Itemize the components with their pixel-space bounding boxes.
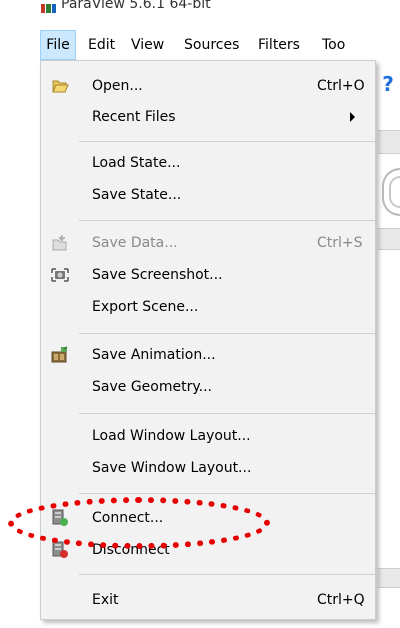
menu-file[interactable]: File — [40, 30, 76, 60]
paraview-logo-icon — [41, 4, 56, 13]
menu-save-screenshot[interactable]: Save Screenshot... — [41, 259, 375, 291]
menu-view[interactable]: View — [131, 30, 164, 60]
menu-filters[interactable]: Filters — [258, 30, 300, 60]
menu-save-window-layout[interactable]: Save Window Layout... — [41, 452, 375, 484]
film-icon — [51, 346, 68, 363]
menu-load-window-layout[interactable]: Load Window Layout... — [41, 420, 375, 452]
folder-open-icon — [52, 80, 69, 93]
menu-separator — [79, 493, 375, 494]
server-disconnect-icon — [52, 541, 68, 558]
menu-load-state[interactable]: Load State... — [41, 147, 375, 179]
submenu-arrow-icon — [350, 112, 355, 122]
bottom-panel-strip — [378, 568, 400, 588]
menu-bar: File Edit View Sources Filters Too — [40, 30, 400, 60]
menu-separator — [79, 413, 375, 414]
panel-header-strip — [378, 228, 400, 250]
toolbar-strip — [378, 130, 400, 154]
menu-separator — [79, 141, 375, 142]
menu-separator — [79, 220, 375, 221]
menu-disconnect[interactable]: Disconnect — [41, 534, 375, 566]
camera-icon — [51, 268, 69, 282]
menu-save-state[interactable]: Save State... — [41, 179, 375, 211]
menu-save-data[interactable]: Save Data... Ctrl+S — [41, 227, 375, 259]
menu-separator — [79, 333, 375, 334]
menu-sources[interactable]: Sources — [184, 30, 239, 60]
file-menu-dropdown: Open... Ctrl+O Recent Files Load State..… — [40, 60, 376, 620]
menu-edit[interactable]: Edit — [88, 30, 115, 60]
save-data-icon — [52, 235, 67, 251]
menu-export-scene[interactable]: Export Scene... — [41, 291, 375, 323]
menu-exit[interactable]: Exit Ctrl+Q — [41, 584, 375, 616]
server-connect-icon — [52, 509, 68, 526]
menu-open[interactable]: Open... Ctrl+O — [41, 70, 375, 102]
menu-save-animation[interactable]: Save Animation... — [41, 339, 375, 371]
menu-connect[interactable]: Connect... — [41, 502, 375, 534]
menu-separator — [79, 574, 375, 575]
menu-save-geometry[interactable]: Save Geometry... — [41, 371, 375, 403]
menu-recent-files[interactable]: Recent Files — [41, 101, 375, 133]
help-icon[interactable]: ? — [376, 70, 400, 98]
window-title: ParaView 5.6.1 64-bit — [61, 0, 211, 12]
menu-tools[interactable]: Too — [322, 30, 345, 60]
title-bar: ParaView 5.6.1 64-bit — [0, 0, 400, 30]
toolbar-shape-inner-icon — [389, 176, 400, 208]
